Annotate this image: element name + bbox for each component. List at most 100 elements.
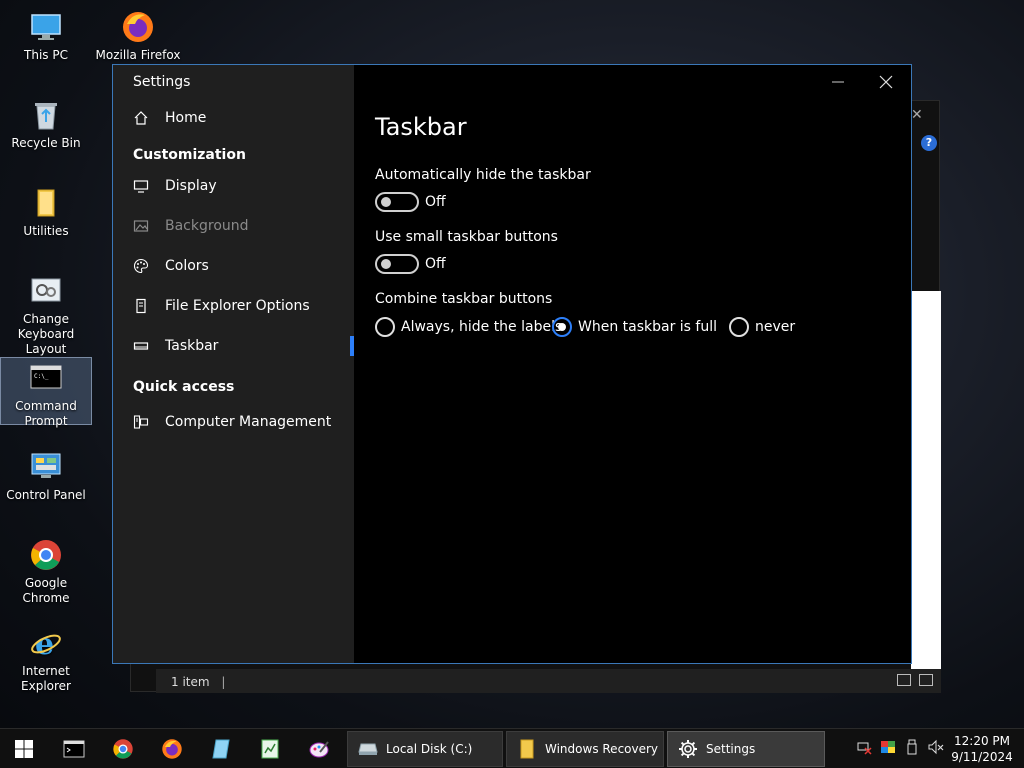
home-icon [133, 110, 149, 126]
desktop-icon-label: Change Keyboard Layout [17, 312, 75, 356]
desktop-icon-label: Internet Explorer [21, 664, 71, 693]
close-button[interactable] [863, 71, 909, 93]
desktop-icon-this-pc[interactable]: This PC [0, 4, 92, 74]
window-title: Settings [133, 74, 191, 90]
desktop-icon-google-chrome[interactable]: Google Chrome [0, 532, 92, 605]
radio-label: Always, hide the labels [401, 319, 563, 335]
section-customization: Customization [133, 147, 246, 163]
svg-text:C:\_: C:\_ [34, 373, 49, 380]
small-buttons-toggle[interactable] [375, 254, 419, 274]
taskbar-clock[interactable]: 12:20 PM 9/11/2024 [948, 733, 1016, 765]
taskbar-firefox[interactable] [152, 729, 192, 768]
nav-display[interactable]: Display [113, 168, 354, 204]
desktop-icon-label: Utilities [23, 224, 69, 238]
start-button[interactable] [4, 729, 44, 768]
chrome-icon [29, 538, 63, 572]
auto-hide-label: Automatically hide the taskbar [375, 167, 591, 183]
system-tray [856, 739, 944, 755]
taskbar-task-windows-recovery[interactable]: Windows Recovery [506, 731, 664, 767]
color-profile-icon[interactable] [880, 739, 896, 755]
folder-icon [517, 739, 537, 759]
settings-window[interactable]: Settings Home Customization Display Back… [112, 64, 912, 664]
nav-computer-management-label: Computer Management [165, 414, 332, 430]
task-label: Settings [706, 742, 756, 756]
monitor-icon [133, 178, 149, 194]
radio-label: never [755, 319, 796, 335]
details-view-icon[interactable] [897, 674, 911, 686]
windows-start-icon [15, 740, 33, 758]
large-icons-view-icon[interactable] [919, 674, 933, 686]
taskbar-icon [133, 338, 149, 354]
radio-when-taskbar-full[interactable]: When taskbar is full [552, 317, 717, 337]
nav-taskbar[interactable]: Taskbar [113, 328, 354, 364]
clock-time: 12:20 PM [954, 734, 1010, 748]
nav-background[interactable]: Background [113, 208, 354, 244]
taskbar-task-settings[interactable]: Settings [667, 731, 825, 767]
terminal-icon [63, 740, 85, 758]
section-quick-access: Quick access [133, 379, 235, 395]
radio-never[interactable]: never [729, 317, 795, 337]
radio-always-hide-labels[interactable]: Always, hide the labels [375, 317, 562, 337]
task-label: Local Disk (C:) [386, 742, 473, 756]
radio-circle [375, 317, 395, 337]
taskbar-chrome[interactable] [103, 729, 143, 768]
nav-home-label: Home [165, 110, 207, 126]
desktop-icon-recycle-bin[interactable]: Recycle Bin [0, 92, 92, 162]
desktop-icon-label: Recycle Bin [11, 136, 81, 150]
selected-indicator [350, 336, 354, 356]
image-icon [133, 218, 149, 234]
svg-text:e: e [35, 627, 54, 660]
nav-background-label: Background [165, 218, 249, 234]
combine-buttons-label: Combine taskbar buttons [375, 291, 553, 307]
clock-date: 9/11/2024 [951, 750, 1013, 764]
nav-home[interactable]: Home [113, 100, 354, 136]
computer-icon [29, 10, 63, 44]
explorer-status-bar: 1 item | [156, 669, 941, 693]
desktop-icon-change-keyboard-layout[interactable]: Change Keyboard Layout [0, 268, 92, 356]
toggle-knob [381, 259, 391, 269]
keyboard-settings-icon [29, 274, 63, 308]
taskbar-spreadsheet[interactable] [250, 729, 290, 768]
radio-circle [729, 317, 749, 337]
taskbar-command-prompt[interactable] [54, 729, 94, 768]
nav-colors[interactable]: Colors [113, 248, 354, 284]
palette-icon [133, 258, 149, 274]
taskbar-task-local-disk[interactable]: Local Disk (C:) [347, 731, 503, 767]
taskbar-notepad[interactable] [201, 729, 241, 768]
desktop-icon-internet-explorer[interactable]: e Internet Explorer [0, 620, 92, 693]
taskbar: Local Disk (C:) Windows Recovery Setting… [0, 728, 1024, 768]
page-title: Taskbar [375, 113, 467, 141]
status-item-count: 1 item [171, 675, 210, 689]
nav-file-explorer-options[interactable]: File Explorer Options [113, 288, 354, 324]
spreadsheet-icon [261, 739, 279, 759]
desktop-icon-label: Control Panel [6, 488, 86, 502]
gear-icon [678, 739, 698, 759]
minimize-button[interactable] [815, 71, 861, 93]
volume-muted-icon[interactable] [928, 739, 944, 755]
settings-sidebar: Settings Home Customization Display Back… [113, 65, 354, 663]
drive-icon [358, 739, 378, 759]
desktop-icon-label: This PC [24, 48, 68, 62]
auto-hide-toggle[interactable] [375, 192, 419, 212]
computer-management-icon [133, 414, 149, 430]
close-icon[interactable]: ✕ [911, 107, 923, 123]
network-icon[interactable] [856, 739, 872, 755]
auto-hide-toggle-row: Off [375, 192, 446, 212]
usb-device-icon[interactable] [904, 739, 920, 755]
file-options-icon [133, 298, 149, 314]
close-icon [879, 75, 893, 89]
toggle-knob [381, 197, 391, 207]
help-icon[interactable]: ? [921, 135, 937, 151]
desktop-icon-command-prompt[interactable]: C:\_ Command Prompt [0, 357, 92, 428]
nav-colors-label: Colors [165, 258, 209, 274]
taskbar-paint[interactable] [299, 729, 339, 768]
desktop-icon-utilities[interactable]: Utilities [0, 180, 92, 250]
radio-circle-checked [552, 317, 572, 337]
nav-computer-management[interactable]: Computer Management [113, 404, 354, 440]
desktop-icon-label: Command Prompt [15, 399, 77, 428]
desktop-icon-control-panel[interactable]: Control Panel [0, 444, 92, 514]
firefox-icon [162, 739, 182, 759]
minimize-icon [832, 81, 844, 83]
task-label: Windows Recovery [545, 742, 659, 756]
radio-label: When taskbar is full [578, 319, 718, 335]
